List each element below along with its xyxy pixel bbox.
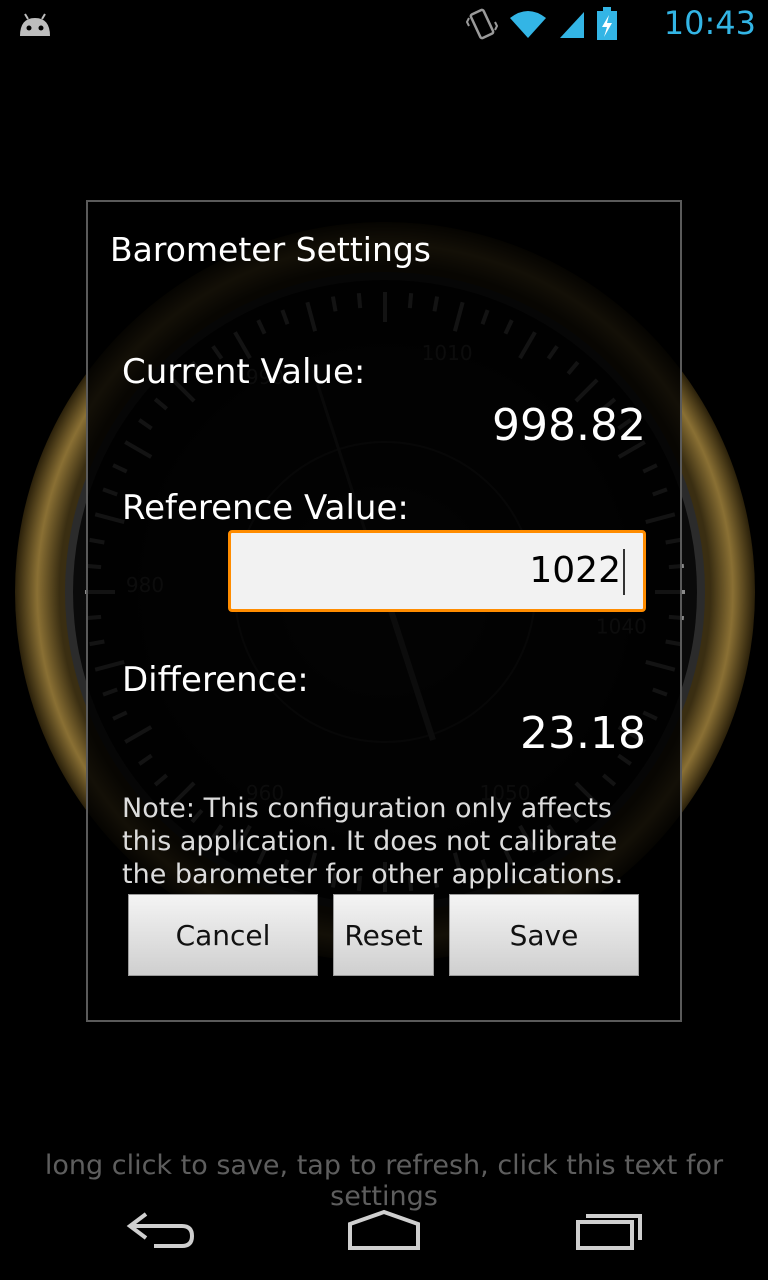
reference-value-text: 1022: [529, 550, 621, 591]
reset-button[interactable]: Reset: [333, 894, 434, 976]
status-clock: 10:43: [663, 4, 756, 42]
current-value-label: Current Value:: [122, 352, 366, 392]
reference-value-label: Reference Value:: [122, 488, 409, 528]
status-bar: 10:43: [0, 0, 768, 50]
note-text: Note: This configuration only affects th…: [122, 793, 624, 890]
current-value: 998.82: [492, 400, 646, 451]
cancel-button[interactable]: Cancel: [128, 894, 318, 976]
cell-signal-icon: [560, 12, 584, 38]
navigation-bar: [0, 1190, 768, 1280]
dialog-title: Barometer Settings: [110, 230, 431, 269]
save-button[interactable]: Save: [449, 894, 639, 976]
difference-label: Difference:: [122, 660, 309, 700]
android-debug-icon: [20, 13, 50, 36]
barometer-settings-dialog: Barometer Settings Current Value: 998.82…: [86, 200, 682, 1022]
home-icon[interactable]: [346, 1204, 422, 1254]
text-caret: [623, 549, 625, 595]
battery-charging-icon: [597, 7, 617, 40]
vibrate-icon: [466, 8, 498, 40]
difference-value: 23.18: [520, 708, 646, 759]
back-icon[interactable]: [124, 1204, 196, 1254]
recent-apps-icon[interactable]: [574, 1204, 646, 1254]
wifi-icon: [510, 11, 546, 38]
reference-value-input[interactable]: 1022: [228, 530, 646, 612]
